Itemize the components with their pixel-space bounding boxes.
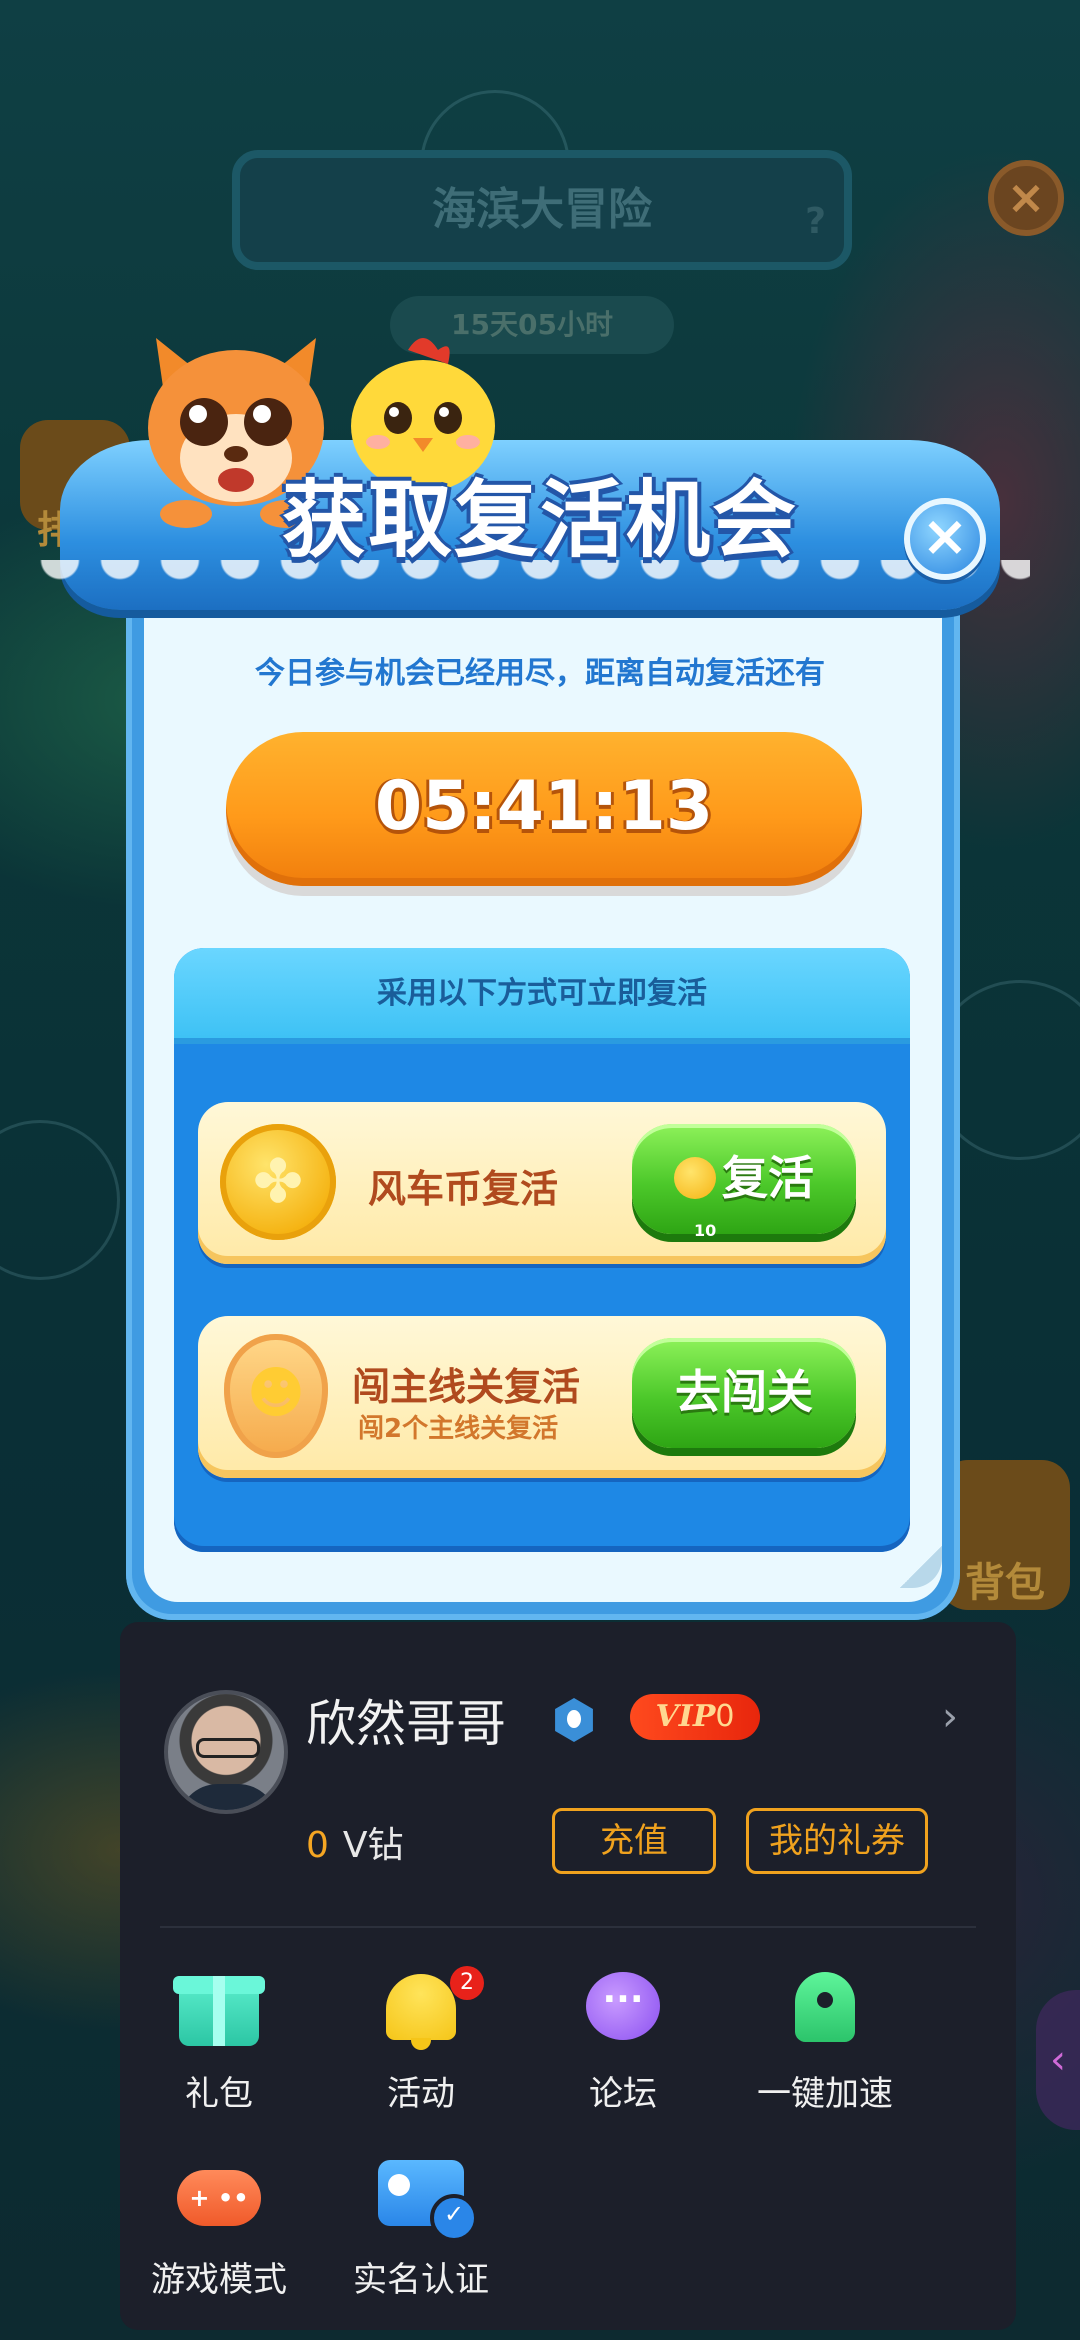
method-title: 风车币复活 — [368, 1167, 559, 1211]
go-play-level-button[interactable]: 去闯关 — [632, 1338, 856, 1448]
id-card-icon — [378, 2160, 478, 2242]
game-mode-label: 游戏模式 — [151, 2260, 287, 2300]
coin-revive-button[interactable]: 10 复活 — [632, 1124, 856, 1240]
methods-header: 采用以下方式可立即复活 — [174, 948, 910, 1044]
gift-pack-button[interactable]: 礼包 — [134, 1966, 304, 2116]
verified-icon — [555, 1698, 593, 1742]
background-close-icon: × — [988, 160, 1064, 236]
method-title: 闯主线关复活 — [352, 1365, 581, 1409]
revive-methods-panel: 采用以下方式可立即复活 风车币复活 10复活 闯主线关复活 闯2个主线关复活 去… — [174, 948, 910, 1552]
diamond-balance: 0 V钻 — [306, 1816, 404, 1868]
activity-button[interactable]: 2 活动 — [336, 1966, 506, 2116]
user-panel: 欣然哥哥 VIP0 › 0V钻 充值 我的礼券 礼包 2 活动 论坛 一键加速 … — [120, 1622, 1016, 2330]
real-name-label: 实名认证 — [353, 2260, 489, 2300]
event-title: 海滨大冒险 — [432, 184, 652, 235]
real-name-verify-button[interactable]: 实名认证 — [336, 2152, 506, 2302]
gamepad-icon — [177, 2170, 261, 2226]
notification-badge: 2 — [450, 1966, 484, 2000]
my-coupons-button[interactable]: 我的礼券 — [746, 1808, 928, 1874]
divider — [160, 1926, 976, 1928]
avatar-shirt — [178, 1784, 278, 1810]
method-subtitle: 闯2个主线关复活 — [358, 1414, 559, 1444]
forum-button[interactable]: 论坛 — [538, 1966, 708, 2116]
rocket-icon — [795, 1972, 855, 2042]
coin-icon: 10 — [674, 1156, 716, 1240]
gift-label: 礼包 — [185, 2074, 253, 2114]
avatar[interactable] — [164, 1690, 288, 1814]
speed-boost-label: 一键加速 — [757, 2074, 893, 2114]
gift-icon — [173, 1976, 265, 2046]
dialog-subtitle: 今日参与机会已经用尽，距离自动复活还有 — [255, 656, 825, 691]
coin-revive-card: 风车币复活 10复活 — [198, 1102, 886, 1264]
level-revive-card: 闯主线关复活 闯2个主线关复活 去闯关 — [198, 1316, 886, 1478]
chevron-right-icon[interactable]: › — [942, 1694, 958, 1740]
game-mode-button[interactable]: 游戏模式 — [134, 2152, 304, 2302]
close-dialog-button[interactable]: × — [904, 498, 986, 580]
level-badge-icon — [224, 1334, 328, 1458]
button-label: 复活 — [722, 1151, 814, 1205]
forum-label: 论坛 — [589, 2074, 657, 2114]
side-drawer-handle[interactable]: ‹ — [1036, 1990, 1080, 2130]
activity-label: 活动 — [387, 2074, 455, 2114]
bell-icon — [386, 1974, 456, 2050]
speed-boost-button[interactable]: 一键加速 — [740, 1966, 910, 2116]
avatar-glasses — [196, 1738, 260, 1758]
help-icon: ? — [805, 201, 826, 242]
vip-badge[interactable]: VIP0 — [630, 1694, 760, 1740]
dialog-title: 获取复活机会 — [281, 471, 798, 569]
event-title-sign: 海滨大冒险 ? — [232, 150, 852, 270]
forum-icon — [586, 1972, 660, 2040]
revive-countdown: 05:41:13 — [226, 732, 862, 886]
balance-unit: V钻 — [342, 1825, 404, 1866]
recharge-button[interactable]: 充值 — [552, 1808, 716, 1874]
username: 欣然哥哥 — [306, 1695, 506, 1753]
balance-value: 0 — [306, 1825, 329, 1866]
windmill-coin-icon — [220, 1124, 336, 1240]
